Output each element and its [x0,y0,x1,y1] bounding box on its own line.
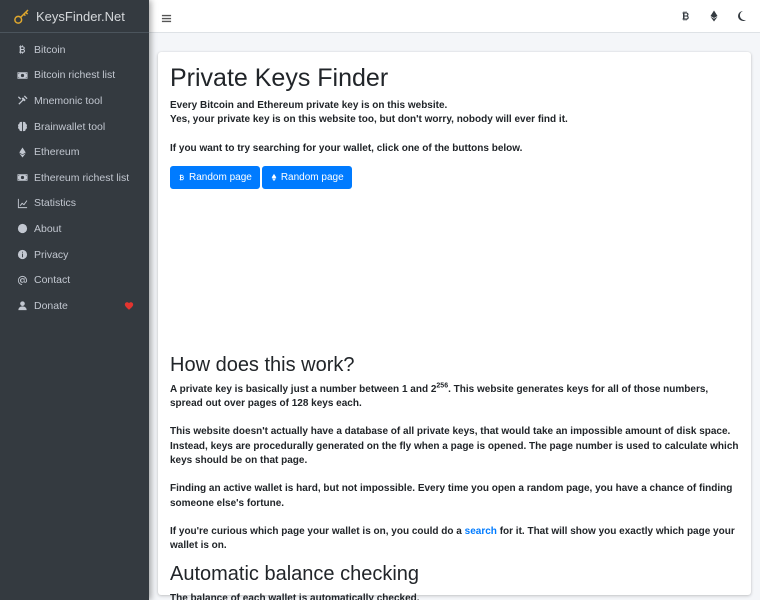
page-title: Private Keys Finder [170,64,389,92]
chart-line-icon [17,198,28,209]
bitcoin-icon[interactable] [680,10,692,22]
topbar-actions [680,10,748,22]
info-circle-icon [17,249,28,260]
money-bill-icon [17,70,28,81]
ethereum-icon [271,173,277,182]
sidebar-item-bitcoin-richest-list[interactable]: Bitcoin richest list [0,63,149,89]
heart-icon [124,301,134,311]
tools-icon [17,95,28,106]
sidebar-item-mnemonic-tool[interactable]: Mnemonic tool [0,88,149,114]
button-label: Random page [189,171,252,183]
how-paragraph-4: If you're curious which page your wallet… [170,525,735,552]
sidebar-item-label: Ethereum richest list [34,171,130,184]
bitcoin-icon [17,44,28,55]
sidebar-item-label: Bitcoin richest list [34,69,116,82]
intro-line-1: Every Bitcoin and Ethereum private key i… [170,100,448,111]
sidebar-item-label: Bitcoin [34,43,66,56]
ethereum-icon [17,147,28,158]
auto-paragraph-1: The balance of each wallet is automatica… [170,592,420,600]
sidebar-item-label: Contact [34,274,71,287]
sidebar-item-statistics[interactable]: Statistics [0,191,149,217]
sidebar-item-donate[interactable]: Donate [0,293,149,319]
sidebar-item-bitcoin[interactable]: Bitcoin [0,37,149,63]
sidebar-nav: Bitcoin Bitcoin richest list Mnemonic to… [0,33,149,319]
sidebar-item-label: Statistics [34,197,77,210]
how-paragraph-1: A private key is basically just a number… [170,382,709,410]
button-label: Random page [280,171,344,183]
brand-name: KeysFinder.Net [36,8,125,24]
how-title: How does this work? [170,353,355,376]
blank-space [170,189,739,353]
sidebar-item-brainwallet-tool[interactable]: Brainwallet tool [0,114,149,140]
topbar [149,0,760,33]
sidebar-item-label: Ethereum [34,146,80,159]
sidebar-item-label: Privacy [34,248,69,261]
sidebar-item-about[interactable]: About [0,216,149,242]
sidebar-item-label: About [34,222,62,235]
ethereum-icon[interactable] [708,10,720,22]
sidebar-item-privacy[interactable]: Privacy [0,242,149,268]
sidebar-item-ethereum-richest-list[interactable]: Ethereum richest list [0,165,149,191]
at-icon [17,275,28,286]
sidebar-item-label: Donate [34,299,68,312]
sidebar-item-contact[interactable]: Contact [0,267,149,293]
search-link[interactable]: search [465,526,497,537]
how-paragraph-2: This website doesn't actually have a dat… [170,426,739,467]
brain-icon [17,121,28,132]
how-paragraph-3: Finding an active wallet is hard, but no… [170,483,733,509]
menu-icon[interactable] [161,11,172,23]
user-icon [17,300,28,311]
intro-line-3: If you want to try searching for your wa… [170,142,523,154]
brand[interactable]: KeysFinder.Net [0,0,149,33]
sidebar-item-ethereum[interactable]: Ethereum [0,139,149,165]
circle-icon [17,223,28,234]
key-logo-icon [13,7,31,25]
moon-icon[interactable] [736,10,748,22]
sidebar: KeysFinder.Net Bitcoin Bitcoin richest l… [0,0,149,600]
intro-line-2: Yes, your private key is on this website… [170,114,568,126]
random-buttons: Random page Random page [170,165,739,189]
auto-title: Automatic balance checking [170,562,420,585]
money-bill-icon [17,172,28,183]
main-card: Private Keys Finder Every Bitcoin and Et… [158,52,751,600]
bitcoin-icon [179,174,184,181]
bitcoin-random-page-button[interactable]: Random page [170,165,260,189]
sidebar-item-label: Brainwallet tool [34,120,106,133]
ethereum-random-page-button[interactable]: Random page [261,165,352,189]
sidebar-item-label: Mnemonic tool [34,94,103,107]
